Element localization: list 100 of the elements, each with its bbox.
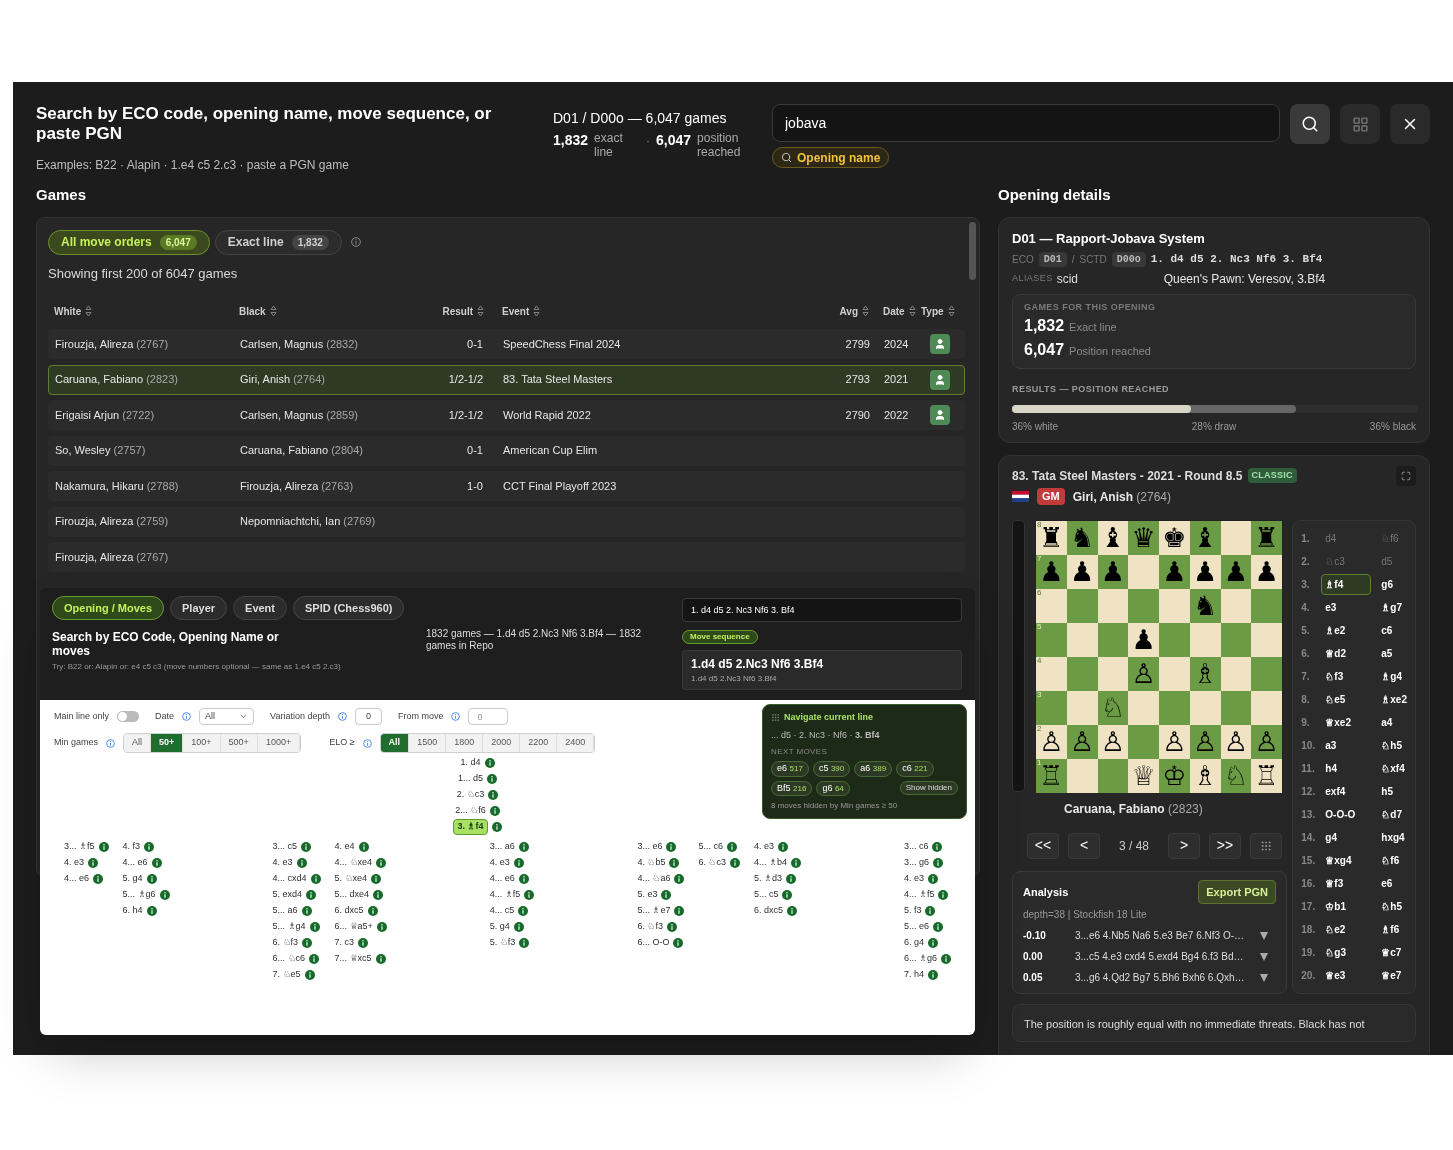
move[interactable]: ♗xe2 <box>1381 691 1407 707</box>
tree-move[interactable]: 2... ♘f6 <box>455 804 486 818</box>
move[interactable]: ♘h5 <box>1381 898 1402 914</box>
move[interactable]: ♕f3 <box>1321 872 1372 894</box>
tree-move[interactable]: 3... e6 <box>637 840 663 854</box>
column-header[interactable]: White <box>54 303 82 319</box>
nav-button[interactable]: >> <box>1209 832 1241 859</box>
segment-option[interactable]: 1500 <box>409 734 447 752</box>
move[interactable]: ♘f6 <box>1381 852 1400 868</box>
nav-button[interactable]: > <box>1168 832 1200 859</box>
move[interactable]: a4 <box>1381 714 1393 730</box>
filter-tab[interactable]: Exact line 1,832 <box>214 229 342 255</box>
tree-move[interactable]: 4. e3 <box>64 856 85 870</box>
tree-move[interactable]: 6. dxc5 <box>753 904 783 918</box>
tree-move[interactable]: 5... dxe4 <box>334 888 370 902</box>
layout-button[interactable] <box>1340 104 1380 144</box>
segment-option[interactable]: 2200 <box>520 734 558 752</box>
column-header[interactable]: Event <box>502 303 530 319</box>
tree-move[interactable]: 5. f3 <box>903 904 922 918</box>
tree-move[interactable]: 7. h4 <box>903 968 924 982</box>
segment-option[interactable]: 100+ <box>183 734 221 752</box>
depth-field[interactable]: 0 <box>354 708 382 725</box>
board-square[interactable] <box>1220 520 1252 555</box>
tree-move[interactable]: 4... ♘a6 <box>637 872 671 886</box>
tree-move[interactable]: 4... e6 <box>122 856 148 870</box>
tree-move[interactable]: 5. ♘xe4 <box>334 872 368 886</box>
move[interactable]: ♘e5 <box>1321 688 1372 710</box>
tree-move[interactable]: 6. h4 <box>122 904 143 918</box>
move[interactable]: h5 <box>1381 783 1393 799</box>
tree-move[interactable]: 3... a6 <box>489 840 515 854</box>
move[interactable]: a3 <box>1321 734 1372 756</box>
move[interactable]: O-O-O <box>1321 803 1372 825</box>
move[interactable]: ♕e7 <box>1381 967 1402 983</box>
tree-move[interactable]: 7... ♕xc5 <box>334 952 372 966</box>
tree-move[interactable]: 4... e6 <box>64 872 90 886</box>
tree-move[interactable]: 6. dxc5 <box>334 904 364 918</box>
move[interactable]: ♕c7 <box>1381 944 1402 960</box>
nav-button[interactable]: < <box>1068 832 1100 859</box>
tree-move[interactable]: 6... ♕a5+ <box>334 920 373 934</box>
move[interactable]: g6 <box>1381 576 1393 592</box>
tree-move[interactable]: 4... e6 <box>489 872 515 886</box>
next-move-chip[interactable]: g6 64 <box>816 780 850 796</box>
result-card[interactable]: 1.d4 d5 2.Nc3 Nf6 3.Bf4 1.d4 d5 2.Nc3 Nf6 3.Bf4 <box>682 650 962 690</box>
move[interactable]: g4 <box>1321 826 1372 848</box>
move[interactable]: ♗f4 <box>1321 573 1372 595</box>
tree-move[interactable]: 4. e3 <box>753 840 774 854</box>
move[interactable]: ♗g4 <box>1381 668 1402 684</box>
tree-move[interactable]: 7. ♘e5 <box>272 968 301 982</box>
tree-move[interactable]: 5. g4 <box>122 872 143 886</box>
tree-move[interactable]: 5. e3 <box>637 888 658 902</box>
expand-button[interactable] <box>1396 465 1416 486</box>
move[interactable]: h4 <box>1321 757 1372 779</box>
segment-option[interactable]: 50+ <box>151 734 184 752</box>
search-tab[interactable]: SPID (Chess960) <box>293 596 405 620</box>
tree-move[interactable]: 4. e3 <box>272 856 293 870</box>
move[interactable]: ♘f3 <box>1321 665 1372 687</box>
person-icon[interactable] <box>930 334 950 354</box>
move[interactable]: ♕d2 <box>1321 642 1372 664</box>
tree-move[interactable]: 4. e3 <box>903 872 924 886</box>
tree-move[interactable]: 6. ♘f3 <box>272 936 299 950</box>
tree-move[interactable]: 5... c5 <box>753 888 779 902</box>
column-header[interactable]: Type <box>921 303 944 319</box>
search-button[interactable] <box>1290 104 1330 144</box>
column-header[interactable]: Date <box>883 303 905 319</box>
search-field[interactable]: jobava <box>772 104 1280 142</box>
caret-icon[interactable] <box>1260 931 1268 940</box>
filter-tab[interactable]: All move orders 6,047 <box>48 229 210 255</box>
tree-move[interactable]: 6. ♘f3 <box>637 920 663 934</box>
tree-move[interactable]: 2. ♘c3 <box>456 788 485 802</box>
move[interactable]: ♗g7 <box>1381 599 1402 615</box>
tree-move[interactable]: 1... d5 <box>458 772 483 786</box>
tree-move[interactable]: 6. ♘c3 <box>698 856 726 870</box>
next-move-chip[interactable]: a6 389 <box>854 761 893 777</box>
move-input[interactable]: 1. d4 d5 2. Nc3 Nf6 3. Bf4 <box>682 598 962 622</box>
search-tab[interactable]: Event <box>233 596 287 620</box>
nav-button[interactable]: << <box>1027 832 1059 859</box>
tree-move[interactable]: 5. g4 <box>489 920 510 934</box>
segment-option[interactable]: 500+ <box>220 734 258 752</box>
column-header[interactable]: Result <box>442 303 473 319</box>
next-move-chip[interactable]: e6 517 <box>771 761 809 777</box>
tree-move[interactable]: 5... a6 <box>272 904 298 918</box>
search-tab[interactable]: Opening / Moves <box>52 596 164 620</box>
person-icon[interactable] <box>930 405 950 425</box>
tree-move[interactable]: 4... ♗f5 <box>489 888 521 902</box>
tree-move[interactable]: 4. f3 <box>122 840 141 854</box>
game-row[interactable]: Caruana, Fabiano (2823) Giri, Anish (2764) 1/2-1/2 83. Tata Steel Masters 2793 2021 <box>48 364 965 395</box>
tree-move[interactable]: 5. exd4 <box>272 888 303 902</box>
move[interactable]: ♕xe2 <box>1321 711 1372 733</box>
tree-move[interactable]: 5... c6 <box>698 840 723 854</box>
tree-move[interactable]: 5... ♗g6 <box>122 888 156 902</box>
person-icon[interactable] <box>930 369 950 390</box>
game-row[interactable]: Nakamura, Hikaru (2788) Firouzja, Alireza (2763) 1-0 CCT Final Playoff 2023 <box>48 471 965 501</box>
game-row[interactable]: Firouzja, Alireza (2767) <box>48 542 965 572</box>
tree-move[interactable]: 5... e6 <box>903 920 929 934</box>
sound-button[interactable] <box>1250 832 1282 859</box>
move[interactable]: ♘d7 <box>1381 806 1402 822</box>
move[interactable]: ♗f6 <box>1381 921 1400 937</box>
tree-move[interactable]: 4... ♘xe4 <box>334 856 373 870</box>
tree-move[interactable]: 4... ♗f5 <box>903 888 935 902</box>
game-row[interactable]: Firouzja, Alireza (2767) Carlsen, Magnus (2832) 0-1 SpeedChess Final 2024 2799 2024 <box>48 329 965 359</box>
